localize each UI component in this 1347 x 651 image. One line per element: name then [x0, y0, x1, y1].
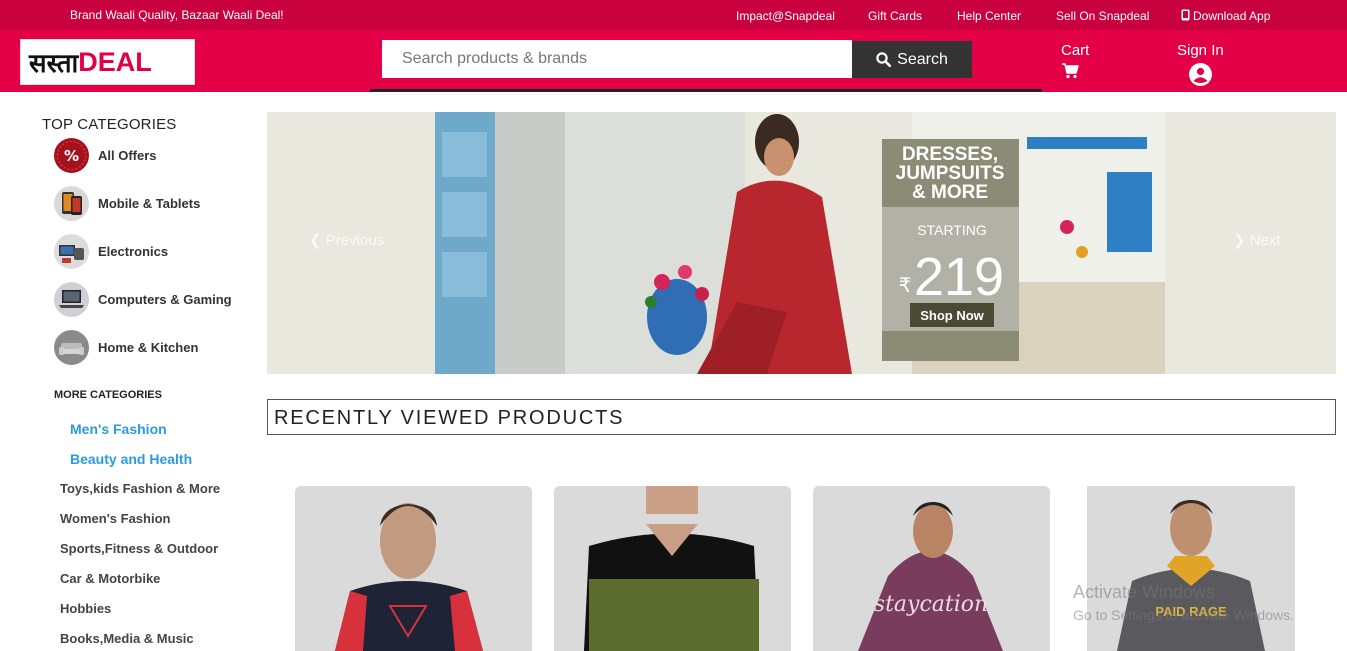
cart-label: Cart [1061, 42, 1090, 59]
more-category-hobbies[interactable]: Hobbies [60, 601, 111, 616]
promo-banner-carousel[interactable]: DRESSES, JUMPSUITS & MORE STARTING ₹ 219… [267, 112, 1336, 374]
category-label: Mobile & Tablets [98, 196, 201, 211]
banner-price: 219 [914, 247, 1004, 307]
logo-english-text: DEAL [78, 46, 152, 77]
sofa-icon [54, 330, 89, 365]
product-image: PAID RAGE [1087, 486, 1295, 651]
logo-hindi-text: सस्ता [29, 49, 79, 79]
sell-on-snapdeal-link[interactable]: Sell On Snapdeal [1056, 9, 1149, 23]
search-input[interactable] [382, 40, 852, 78]
carousel-next-button[interactable]: ❯ Next [1233, 231, 1281, 249]
chevron-right-icon: ❯ [1233, 232, 1246, 249]
promo-text: Brand Waali Quality, Bazaar Waali Deal! [70, 8, 284, 22]
chevron-left-icon: ❮ [309, 232, 322, 249]
more-category-car-motorbike[interactable]: Car & Motorbike [60, 571, 160, 586]
more-category-sports-fitness[interactable]: Sports,Fitness & Outdoor [60, 541, 218, 556]
cart-button[interactable]: Cart [1061, 42, 1089, 79]
category-mobile-tablets[interactable]: Mobile & Tablets [54, 186, 200, 221]
download-app-link[interactable]: Download App [1181, 9, 1270, 23]
search-button-label: Search [897, 50, 948, 68]
recently-viewed-title: RECENTLY VIEWED PRODUCTS [274, 407, 625, 429]
help-center-link[interactable]: Help Center [957, 9, 1021, 23]
percent-badge-icon: % [54, 138, 89, 173]
category-all-offers[interactable]: % All Offers [54, 138, 157, 173]
top-categories-title: TOP CATEGORIES [42, 116, 177, 133]
cart-icon [1062, 63, 1079, 79]
search-bar: Search [370, 38, 1042, 92]
main-header: सस्ताDEAL Search Cart Sign In [0, 30, 1347, 92]
category-sidebar: TOP CATEGORIES % All Offers Mobile & Tab… [0, 92, 260, 651]
category-computers-gaming[interactable]: Computers & Gaming [54, 282, 232, 317]
more-category-mens-fashion[interactable]: Men's Fashion [70, 421, 167, 437]
banner-headline-1: DRESSES, [902, 144, 998, 165]
more-category-beauty-health[interactable]: Beauty and Health [70, 451, 192, 467]
gift-cards-link[interactable]: Gift Cards [868, 9, 922, 23]
banner-starting-text: STARTING [917, 222, 987, 238]
more-category-books-media[interactable]: Books,Media & Music [60, 631, 194, 646]
phone-icon [1181, 9, 1190, 21]
impact-link[interactable]: Impact@Snapdeal [736, 9, 835, 23]
carousel-next-label: Next [1249, 232, 1281, 249]
mobile-icon [54, 186, 89, 221]
product-card[interactable] [295, 486, 532, 651]
more-category-toys-kids[interactable]: Toys,kids Fashion & More [60, 481, 220, 496]
download-app-label: Download App [1193, 9, 1271, 23]
banner-image: DRESSES, JUMPSUITS & MORE STARTING ₹ 219… [267, 112, 1336, 374]
product-card[interactable]: staycation [813, 486, 1050, 651]
carousel-previous-label: Previous [325, 232, 385, 249]
electronics-icon [54, 234, 89, 269]
category-label: All Offers [98, 148, 157, 163]
banner-currency-symbol: ₹ [899, 273, 912, 297]
banner-headline-3: & MORE [912, 182, 988, 203]
site-logo[interactable]: सस्ता DEAL [20, 39, 195, 85]
carousel-previous-button[interactable]: ❮ Previous [309, 231, 384, 249]
category-label: Computers & Gaming [98, 292, 232, 307]
category-home-kitchen[interactable]: Home & Kitchen [54, 330, 198, 365]
recently-viewed-header: RECENTLY VIEWED PRODUCTS [267, 399, 1336, 435]
search-icon [876, 52, 892, 67]
product-print-text: PAID RAGE [1155, 604, 1227, 619]
product-image [554, 486, 791, 651]
product-card[interactable] [554, 486, 791, 651]
product-image: staycation [813, 486, 1050, 651]
product-print-text: staycation [874, 592, 988, 617]
product-image [295, 486, 532, 651]
product-card[interactable]: PAID RAGE [1087, 486, 1295, 651]
sign-in-button[interactable]: Sign In [1177, 42, 1224, 86]
banner-headline-2: JUMPSUITS [896, 163, 1005, 184]
top-bar: Brand Waali Quality, Bazaar Waali Deal! … [0, 0, 1347, 30]
more-categories-title: MORE CATEGORIES [54, 389, 162, 401]
search-button[interactable]: Search [852, 41, 972, 78]
svg-text:%: % [64, 147, 79, 165]
laptop-icon [54, 282, 89, 317]
category-label: Home & Kitchen [98, 340, 199, 355]
user-icon [1188, 63, 1212, 86]
more-category-womens-fashion[interactable]: Women's Fashion [60, 511, 170, 526]
category-label: Electronics [98, 244, 169, 259]
category-electronics[interactable]: Electronics [54, 234, 168, 269]
banner-cta: Shop Now [920, 308, 984, 323]
sign-in-label: Sign In [1177, 42, 1224, 59]
